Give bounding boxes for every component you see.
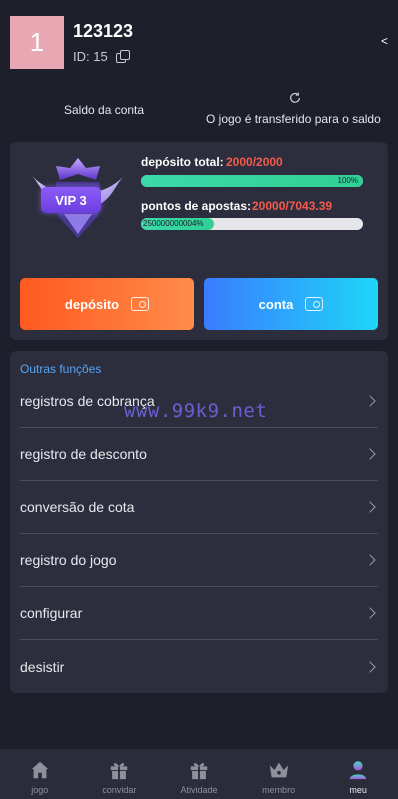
wallet-icon (131, 297, 150, 311)
menu-item-discount-records[interactable]: registro de desconto (20, 428, 378, 481)
deposit-button[interactable]: depósito (20, 278, 194, 330)
chevron-right-icon (364, 448, 376, 460)
nav-item-me[interactable]: meu (318, 749, 398, 799)
account-balance-label: Saldo da conta (64, 103, 145, 117)
deposit-progress-bar: 100% (141, 175, 363, 187)
avatar[interactable]: 1 (10, 16, 64, 69)
chevron-right-icon (364, 554, 376, 566)
user-id-row: ID: 15 (73, 49, 130, 64)
chevron-right-icon (364, 607, 376, 619)
menu-item-game-records[interactable]: registro do jogo (20, 534, 378, 587)
bottom-nav: jogo convidar Atividade membro meu (0, 749, 398, 799)
nav-item-invite[interactable]: convidar (80, 749, 160, 799)
user-id: ID: 15 (73, 49, 108, 64)
chevron-right-icon (364, 501, 376, 513)
refresh-icon[interactable] (288, 91, 302, 105)
menu-item-label: registro de desconto (20, 446, 147, 462)
nav-label: convidar (102, 785, 137, 795)
crown-icon (269, 762, 288, 778)
user-icon (349, 761, 367, 780)
gift-box-icon (190, 763, 208, 780)
nav-item-member[interactable]: membro (239, 749, 319, 799)
bet-progress-bar: 250000000004% (141, 218, 363, 230)
home-icon (31, 761, 49, 779)
nav-label: Atividade (180, 785, 218, 795)
menu-item-label: conversão de cota (20, 499, 135, 515)
transfer-to-balance-label[interactable]: O jogo é transferido para o saldo (206, 112, 381, 126)
back-arrow-icon[interactable]: < (381, 34, 388, 48)
bet-points-label: pontos de apostas: (141, 199, 252, 213)
vip-card: VIP 3 depósito total: 2000/2000 100% pon… (10, 142, 388, 340)
nav-label: membro (262, 785, 296, 795)
menu-item-label: registro do jogo (20, 552, 117, 568)
menu-item-quota-conversion[interactable]: conversão de cota (20, 481, 378, 534)
account-button[interactable]: conta (204, 278, 378, 330)
other-functions-title: Outras funções (20, 362, 102, 376)
watermark: www.99k9.net (124, 400, 268, 422)
vip-level-badge: VIP 3 (41, 187, 101, 213)
username: 123123 (73, 21, 134, 41)
menu-item-logout[interactable]: desistir (20, 640, 378, 693)
chevron-right-icon (364, 395, 376, 407)
deposit-button-label: depósito (64, 296, 120, 312)
nav-label: jogo (31, 785, 49, 795)
gift-icon (111, 763, 128, 780)
total-deposit-value: 2000/2000 (226, 155, 283, 169)
total-deposit-label: depósito total: (141, 155, 224, 169)
bet-progress-text: 250000000004% (143, 219, 204, 228)
nav-item-game[interactable]: jogo (0, 749, 80, 799)
menu-item-settings[interactable]: configurar (20, 587, 378, 640)
nav-item-activity[interactable]: Atividade (159, 749, 239, 799)
nav-label: meu (349, 785, 367, 795)
copy-icon[interactable] (115, 49, 130, 64)
bet-points-value: 20000/7043.39 (252, 199, 333, 213)
deposit-progress-fill (141, 175, 363, 187)
menu-item-label: configurar (20, 605, 83, 621)
wallet-icon (305, 297, 324, 311)
chevron-right-icon (364, 660, 376, 673)
menu-item-label: desistir (20, 658, 65, 675)
account-button-label: conta (258, 296, 294, 312)
deposit-progress-text: 100% (337, 176, 358, 185)
